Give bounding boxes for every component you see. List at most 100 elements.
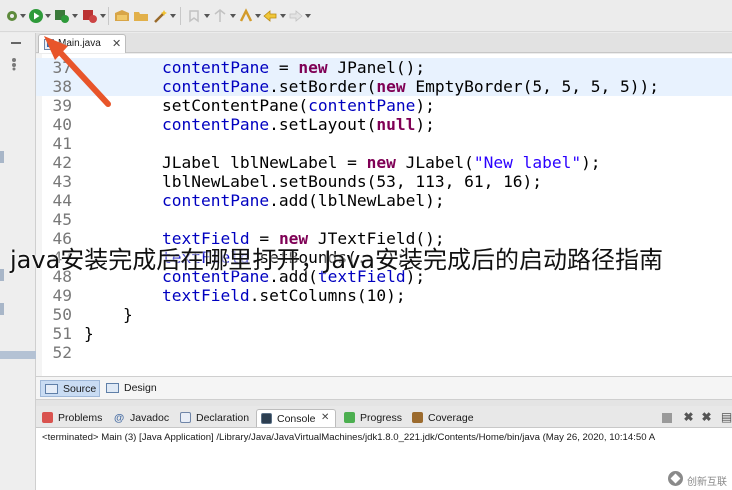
logo: 创新互联 — [668, 469, 730, 489]
search-wand-icon[interactable] — [153, 8, 169, 24]
editor-mode-bar: Source Design — [36, 376, 732, 400]
code-line[interactable]: 42 JLabel lblNewLabel = new JLabel("New … — [36, 153, 732, 172]
code-line[interactable]: 41 — [36, 134, 732, 153]
console-output[interactable]: <terminated> Main (3) [Java Application]… — [36, 428, 732, 490]
tab-console[interactable]: Console ✕ — [256, 409, 336, 427]
minimize-icon[interactable] — [10, 37, 24, 49]
code-text: contentPane.add(textField); — [161, 267, 426, 286]
coverage-dropdown-icon[interactable] — [72, 14, 78, 18]
tab-declaration[interactable]: Declaration — [180, 409, 249, 427]
debug-dropdown-icon[interactable] — [20, 14, 26, 18]
line-number: 51 — [52, 324, 73, 343]
java-file-icon — [44, 39, 54, 50]
tab-design[interactable]: Design — [102, 380, 160, 397]
tab-coverage-label: Coverage — [428, 412, 474, 424]
close-icon[interactable]: ✕ — [321, 412, 329, 423]
code-text: contentPane.setLayout(null); — [161, 115, 435, 134]
left-strip-scroll-thumb[interactable] — [0, 351, 36, 359]
logo-mark-icon — [668, 471, 683, 486]
code-editor[interactable]: 37 contentPane = new JPanel(); 38 content… — [36, 54, 732, 376]
code-line[interactable]: 39 setContentPane(contentPane); — [36, 96, 732, 115]
source-icon — [45, 384, 58, 394]
tab-coverage[interactable]: Coverage — [412, 409, 474, 427]
tab-console-label: Console — [277, 413, 316, 425]
line-number: 43 — [52, 172, 73, 191]
at-icon: @ — [114, 412, 125, 424]
problems-icon — [42, 412, 53, 423]
annotation-icon[interactable] — [186, 8, 202, 24]
debug-gear-icon[interactable] — [4, 8, 20, 24]
code-lines: 37 contentPane = new JPanel(); 38 content… — [36, 58, 732, 362]
forward-dropdown-icon[interactable] — [305, 14, 311, 18]
line-number: 40 — [52, 115, 73, 134]
code-text: contentPane = new JPanel(); — [161, 58, 426, 77]
close-icon[interactable]: ✕ — [112, 37, 121, 50]
bottom-view-tab-bar: Problems @ Javadoc Declaration Console ✕ … — [36, 406, 732, 428]
coverage-icon[interactable] — [54, 8, 70, 24]
run-icon[interactable] — [28, 8, 44, 24]
stop-icon[interactable] — [662, 413, 672, 423]
tab-declaration-label: Declaration — [196, 412, 250, 424]
code-line[interactable]: 44 contentPane.add(lblNewLabel); — [36, 191, 732, 210]
code-text: JLabel lblNewLabel = new JLabel("New lab… — [84, 153, 601, 172]
last-edit-icon[interactable] — [238, 8, 254, 24]
line-number: 42 — [52, 153, 73, 172]
search-dropdown-icon[interactable] — [170, 14, 176, 18]
progress-icon — [344, 412, 355, 423]
open-folder-icon[interactable] — [133, 8, 149, 24]
external-tools-dropdown-icon[interactable] — [100, 14, 106, 18]
tab-progress-label: Progress — [360, 412, 403, 424]
line-number: 52 — [52, 343, 73, 362]
tab-source-label: Source — [63, 383, 97, 395]
remove-all-icon[interactable]: ✖ — [700, 411, 713, 424]
line-number: 49 — [52, 286, 73, 305]
code-text: contentPane.add(lblNewLabel); — [161, 191, 445, 210]
code-line[interactable]: 43 lblNewLabel.setBounds(53, 113, 61, 16… — [36, 172, 732, 191]
line-number: 46 — [52, 229, 73, 248]
tab-main-java[interactable]: Main.java ✕ — [38, 34, 126, 53]
back-dropdown-icon[interactable] — [280, 14, 286, 18]
new-package-icon[interactable] — [114, 8, 130, 24]
line-number: 39 — [52, 96, 73, 115]
line-number: 38 — [52, 77, 73, 96]
console-icon — [261, 413, 272, 424]
code-line[interactable]: 40 contentPane.setLayout(null); — [36, 115, 732, 134]
tab-javadoc[interactable]: @ Javadoc — [114, 409, 169, 427]
code-line[interactable]: 48 contentPane.add(textField); — [36, 267, 732, 286]
code-line[interactable]: 50 } — [36, 305, 732, 324]
prev-annotation-dropdown-icon[interactable] — [230, 14, 236, 18]
external-tools-icon[interactable] — [82, 8, 98, 24]
line-number: 47 — [52, 248, 73, 267]
code-line[interactable]: 47 textField.setBounds(...); — [36, 248, 732, 267]
code-line[interactable]: 52 — [36, 343, 732, 362]
left-strip-marker — [0, 269, 4, 281]
design-icon — [106, 383, 119, 393]
code-line[interactable]: 49 textField.setColumns(10); — [36, 286, 732, 305]
code-line[interactable]: 45 — [36, 210, 732, 229]
tab-source[interactable]: Source — [40, 380, 100, 397]
clear-console-icon[interactable]: ▤ — [720, 411, 732, 424]
declaration-icon — [180, 412, 191, 423]
tab-progress[interactable]: Progress — [344, 409, 402, 427]
run-dropdown-icon[interactable] — [45, 14, 51, 18]
code-line[interactable]: 37 contentPane = new JPanel(); — [36, 58, 732, 77]
code-text: } — [84, 324, 94, 343]
annotation-dropdown-icon[interactable] — [204, 14, 210, 18]
code-line[interactable]: 38 contentPane.setBorder(new EmptyBorder… — [36, 77, 732, 96]
tab-problems[interactable]: Problems — [42, 409, 102, 427]
outline-view-icon[interactable] — [10, 57, 24, 71]
main-toolbar — [0, 0, 732, 32]
forward-arrow-icon[interactable] — [288, 8, 304, 24]
prev-annotation-icon[interactable] — [212, 8, 228, 24]
code-text: contentPane.setBorder(new EmptyBorder(5,… — [161, 77, 660, 96]
code-line[interactable]: 46 textField = new JTextField(); — [36, 229, 732, 248]
remove-launch-icon[interactable]: ✖ — [682, 411, 695, 424]
logo-text: 创新互联 — [687, 477, 727, 488]
code-text: textField = new JTextField(); — [161, 229, 445, 248]
toolbar-separator — [108, 7, 109, 25]
line-number: 48 — [52, 267, 73, 286]
left-strip-marker — [0, 303, 4, 315]
back-arrow-icon[interactable] — [262, 8, 278, 24]
last-edit-dropdown-icon[interactable] — [255, 14, 261, 18]
code-line[interactable]: 51} — [36, 324, 732, 343]
